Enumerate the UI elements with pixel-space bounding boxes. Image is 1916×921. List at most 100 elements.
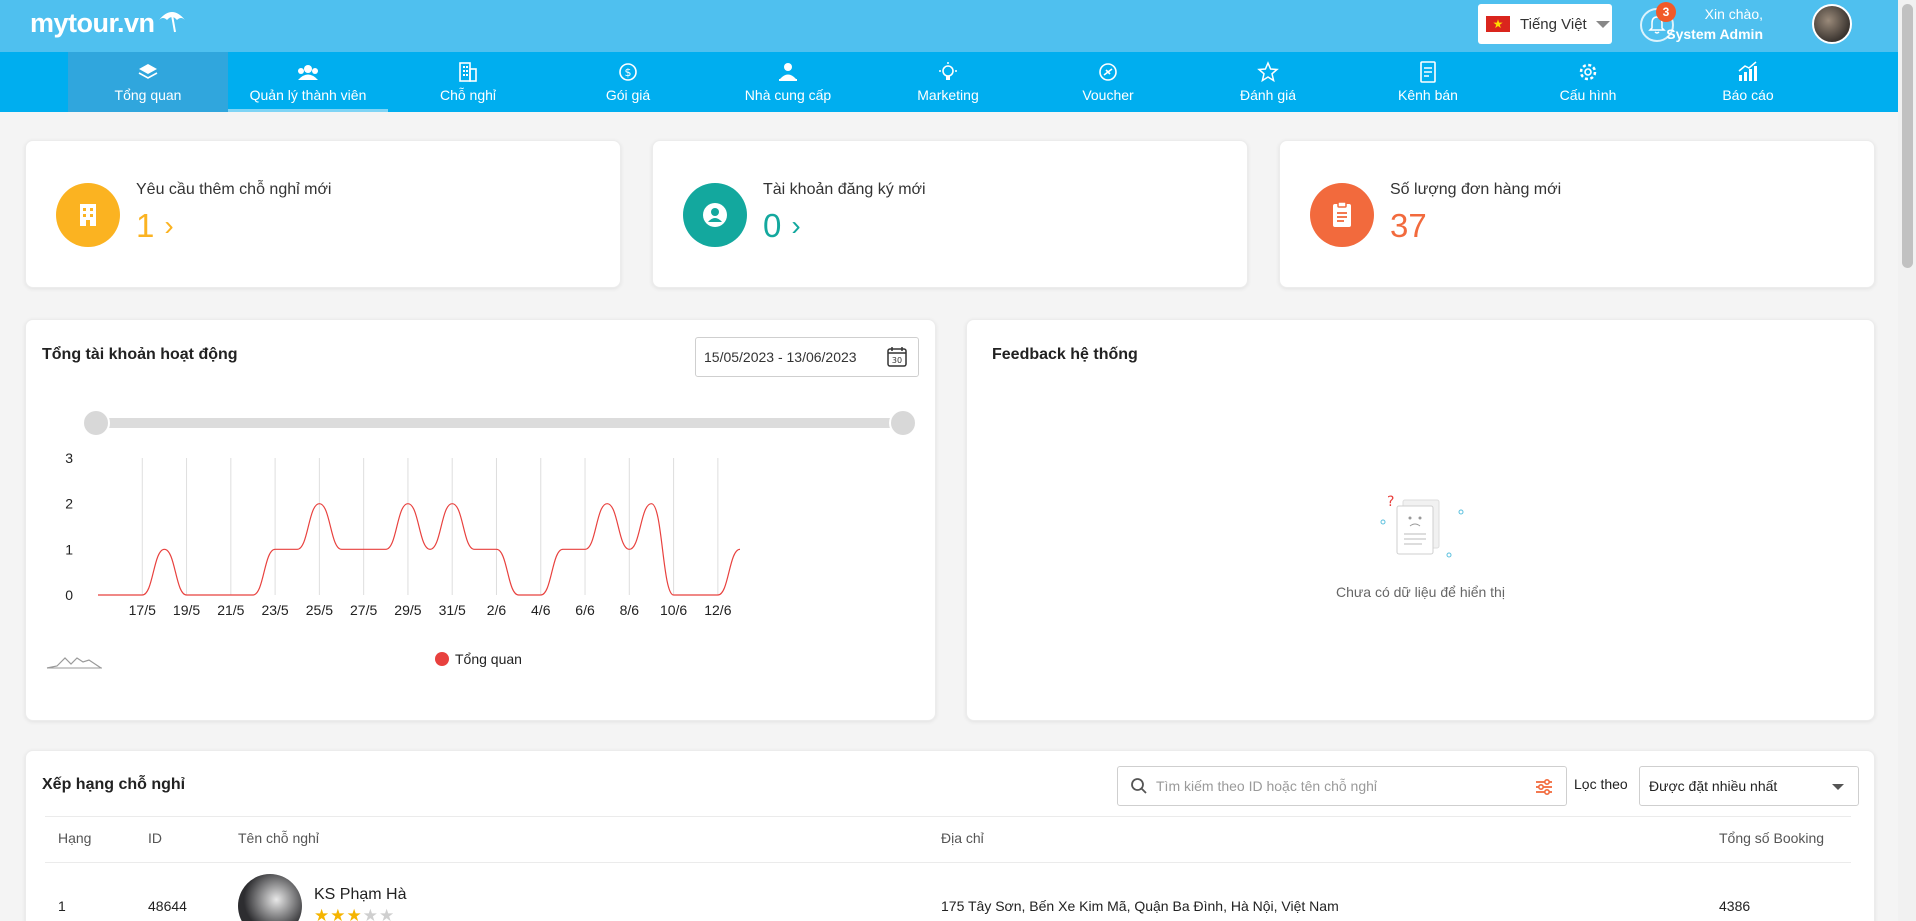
cell-name[interactable]: KS Phạm Hà [314,886,406,904]
nav-item-tong-quan[interactable]: Tổng quan [68,52,228,112]
stat-card-new-accounts[interactable]: Tài khoản đăng ký mới 0 › [652,140,1248,288]
property-search[interactable] [1117,766,1567,806]
nav-item-voucher[interactable]: Voucher [1028,52,1188,112]
user-name: System Admin [1666,26,1763,42]
cell-rank: 1 [58,898,66,914]
svg-text:$: $ [625,66,632,79]
vietnam-flag-icon: ★ [1486,16,1510,32]
star-empty-icon: ★ [379,906,396,921]
x-tick-label: 29/5 [394,602,421,618]
building-icon [459,62,477,82]
nav-item-bao-cao[interactable]: Báo cáo [1668,52,1828,112]
ranking-title: Xếp hạng chỗ nghỉ [42,776,186,793]
stat-value[interactable]: 0 › [763,207,801,245]
nav-item-kenh-ban[interactable]: Kênh bán [1348,52,1508,112]
nav-label: Tổng quan [114,87,182,103]
stat-value: 37 [1390,207,1427,245]
cell-address: 175 Tây Sơn, Bến Xe Kim Mã, Quận Ba Đình… [941,898,1339,914]
slider-track [93,418,901,428]
x-tick-label: 31/5 [439,602,466,618]
slider-handle-right[interactable] [889,409,917,437]
svg-text:?: ? [1387,494,1394,510]
x-tick-label: 21/5 [217,602,244,618]
divider [45,862,1851,863]
stat-label: Tài khoản đăng ký mới [763,181,926,198]
gear-icon [1579,63,1597,81]
column-header-name[interactable]: Tên chỗ nghỉ [238,830,319,846]
star-filled-icon: ★ [314,906,331,921]
empty-document-icon: ? [1380,494,1464,558]
clipboard-icon [1310,183,1374,247]
column-header-rank[interactable]: Hạng [58,830,91,846]
language-selector[interactable]: ★ Tiếng Việt [1478,4,1612,44]
user-icon [683,183,747,247]
stat-number: 1 [136,207,155,244]
user-greeting[interactable]: Xin chào, System Admin [1666,4,1763,44]
x-tick-label: 6/6 [575,602,595,618]
x-tick-label: 8/6 [620,602,640,618]
top-header: mytour.vn ★ Tiếng Việt 3 Xin chào, Syste… [0,0,1898,52]
nav-label: Marketing [917,87,979,103]
y-tick-label: 2 [65,496,73,512]
mytour-logo[interactable]: mytour.vn [30,8,187,39]
x-tick-label: 17/5 [129,602,156,618]
x-tick-label: 4/6 [531,602,551,618]
activity-line-chart: 0 1 2 3 17/5 19/5 21/5 23/5 25/5 27/5 29/5 31/5 2/6… [46,409,917,669]
nav-item-quan-ly-thanh-vien[interactable]: Quản lý thành viên [228,52,388,112]
stat-number: 37 [1390,207,1427,244]
stat-card-new-orders: Số lượng đơn hàng mới 37 [1279,140,1875,288]
date-range-picker[interactable]: 15/05/2023 - 13/06/2023 30 [695,337,919,377]
nav-item-marketing[interactable]: Marketing [868,52,1028,112]
mini-chart-icon [46,657,102,669]
column-header-address[interactable]: Địa chỉ [941,830,984,846]
chart-range-slider[interactable] [82,409,917,437]
filter-label: Lọc theo [1574,776,1628,792]
nav-item-nha-cung-cap[interactable]: Nhà cung cấp [708,52,868,112]
nav-item-goi-gia[interactable]: $ Gói giá [548,52,708,112]
nav-item-cho-nghi[interactable]: Chỗ nghỉ [388,52,548,112]
x-tick-label: 25/5 [306,602,333,618]
column-header-id[interactable]: ID [148,830,162,846]
nav-label: Đánh giá [1239,87,1297,103]
scrollbar-thumb[interactable] [1902,4,1913,268]
x-tick-label: 2/6 [487,602,507,618]
sort-select[interactable]: Được đặt nhiều nhất [1639,766,1859,806]
chevron-right-icon: › [164,210,174,241]
column-header-bookings[interactable]: Tổng số Booking [1719,830,1824,846]
stat-value[interactable]: 1 › [136,207,174,245]
dollar-icon: $ [619,63,637,81]
nav-label: Quản lý thành viên [249,87,367,103]
divider [45,816,1851,817]
nav-item-cau-hinh[interactable]: Cấu hình [1508,52,1668,112]
legend-dot [435,652,449,666]
legend-label: Tổng quan [455,651,522,667]
stat-card-new-properties[interactable]: Yêu cầu thêm chỗ nghỉ mới 1 › [25,140,621,288]
nav-label: Kênh bán [1398,87,1458,103]
filter-sliders-icon[interactable] [1534,777,1554,797]
voucher-icon [1099,63,1117,81]
logo-text: mytour.vn [30,8,155,38]
activity-title: Tổng tài khoản hoạt động [42,346,238,363]
nav-label: Chỗ nghỉ [439,87,497,103]
main-nav: Tổng quan Quản lý thành viên Chỗ nghỉ $ … [0,52,1898,112]
slider-handle-left[interactable] [82,409,110,437]
series-line-tong-quan [98,503,741,596]
x-tick-label: 27/5 [350,602,377,618]
svg-text:30: 30 [892,356,902,365]
umbrella-icon [158,11,185,32]
chart-legend[interactable]: Tổng quan [435,651,522,667]
chevron-down-icon [1595,20,1610,28]
feedback-title: Feedback hệ thống [992,346,1138,363]
nav-label: Cấu hình [1559,87,1617,103]
avatar[interactable] [1812,4,1852,44]
nav-item-danh-gia[interactable]: Đánh giá [1188,52,1348,112]
x-tick-label: 10/6 [660,602,687,618]
users-icon [298,65,318,80]
nav-label: Báo cáo [1722,87,1774,103]
search-input[interactable] [1156,778,1526,794]
star-filled-icon: ★ [346,906,363,921]
star-empty-icon: ★ [362,906,379,921]
stat-label: Số lượng đơn hàng mới [1390,181,1562,198]
stat-label: Yêu cầu thêm chỗ nghỉ mới [136,181,332,198]
star-filled-icon: ★ [330,906,347,921]
